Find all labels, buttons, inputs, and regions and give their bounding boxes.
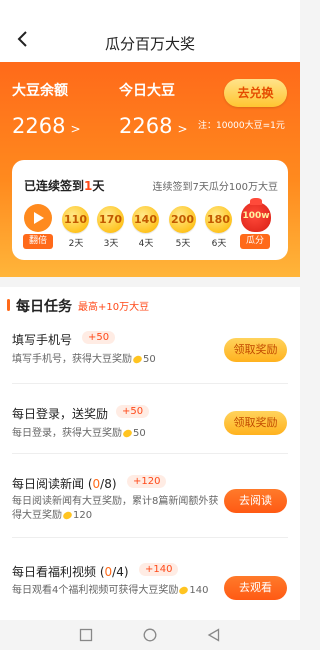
task-desc-text: 每日登录，获得大豆奖励 — [12, 428, 122, 439]
back-triangle-icon[interactable] — [207, 628, 221, 642]
watch-video-button[interactable]: 去观看 — [224, 576, 287, 600]
bean-icon — [61, 509, 74, 521]
bean-coin: 200 — [169, 206, 196, 233]
section-subtitle: 最高+10万大豆 — [78, 302, 150, 313]
task-name: 每日看福利视频 (0/4) — [12, 563, 129, 580]
bean-icon — [178, 584, 190, 596]
share-tag: 瓜分 — [240, 234, 270, 249]
checkin-day-7[interactable]: 100w 瓜分 — [240, 198, 272, 249]
task-name-text: 每日看福利视频 — [12, 565, 97, 579]
checkin-title-suffix: 天 — [92, 179, 105, 193]
task-desc-text: 填写手机号，获得大豆奖励 — [12, 354, 132, 365]
task-name-text: 每日阅读新闻 — [12, 477, 85, 491]
reward-badge: +50 — [116, 405, 150, 418]
task-desc-value: 50 — [133, 428, 146, 439]
task-name: 每日阅读新闻 (0/8) — [12, 475, 117, 492]
claim-reward-button[interactable]: 领取奖励 — [224, 338, 287, 362]
checkin-day-5[interactable]: 200 5天 — [169, 206, 197, 249]
task-desc: 每日观看4个福利视频可获得大豆奖励 140 — [12, 584, 222, 598]
bean-icon — [121, 427, 134, 439]
section-title: 每日任务 — [7, 296, 72, 316]
day-label: 4天 — [138, 239, 154, 249]
day-label: 5天 — [175, 239, 191, 249]
top-bar: 瓜分百万大奖 — [0, 0, 300, 62]
checkin-card: 已连续签到1天 连续签到7天瓜分100万大豆 翻倍 110 2天 170 3天 … — [12, 160, 288, 260]
balance-label: 大豆余额 — [12, 83, 68, 99]
day-label: 6天 — [211, 239, 227, 249]
task-desc-value: 120 — [73, 510, 93, 521]
divider — [12, 383, 288, 384]
today-number: 2268 — [119, 114, 173, 138]
checkin-day-1[interactable]: 翻倍 — [23, 204, 53, 249]
bean-icon — [131, 353, 144, 365]
checkin-tip: 连续签到7天瓜分100万大豆 — [152, 182, 278, 193]
reward-badge: +120 — [127, 475, 167, 488]
checkin-title-prefix: 已连续签到 — [24, 179, 85, 193]
play-icon — [34, 212, 44, 224]
task-name: 每日登录，送奖励 — [12, 407, 109, 421]
double-tag: 翻倍 — [23, 234, 53, 249]
read-news-button[interactable]: 去阅读 — [224, 489, 287, 513]
today-value[interactable]: 2268 > — [119, 114, 188, 138]
day-label: 3天 — [103, 239, 119, 249]
divider — [12, 453, 288, 454]
home-circle-icon[interactable] — [143, 628, 157, 642]
bean-coin: 180 — [205, 206, 232, 233]
recents-square-icon[interactable] — [79, 628, 93, 642]
progress-total: /8) — [100, 477, 117, 491]
divider — [12, 537, 288, 538]
red-bag-icon: 100w — [241, 198, 271, 232]
reward-badge: +50 — [82, 331, 116, 344]
exchange-button[interactable]: 去兑换 — [224, 79, 287, 107]
checkin-day-4[interactable]: 140 4天 — [132, 206, 160, 249]
chevron-right-icon: > — [177, 122, 188, 136]
task-desc: 每日登录，获得大豆奖励 50 — [12, 427, 222, 441]
checkin-title: 已连续签到1天 — [24, 177, 104, 194]
balance-value[interactable]: 2268 > — [12, 114, 81, 138]
today-label: 今日大豆 — [119, 83, 175, 99]
system-nav-bar — [0, 620, 300, 650]
task-name: 填写手机号 — [12, 333, 73, 347]
chevron-right-icon: > — [70, 122, 81, 136]
bean-coin: 110 — [62, 206, 89, 233]
task-desc-value: 140 — [189, 585, 209, 596]
play-coin — [24, 204, 52, 232]
task-desc: 填写手机号，获得大豆奖励 50 — [12, 353, 222, 367]
checkin-day-6[interactable]: 180 6天 — [205, 206, 233, 249]
progress-total: /4) — [112, 565, 129, 579]
balance-number: 2268 — [12, 114, 66, 138]
daily-tasks-section: 每日任务 最高+10万大豆 填写手机号 +50 填写手机号，获得大豆奖励 50 领… — [0, 287, 300, 620]
checkin-day-3[interactable]: 170 3天 — [97, 206, 125, 249]
bean-coin: 140 — [132, 206, 159, 233]
reward-badge: +140 — [139, 563, 179, 576]
day-label: 2天 — [68, 239, 84, 249]
bean-coin: 170 — [97, 206, 124, 233]
bag-amount: 100w — [242, 211, 270, 221]
task-desc-value: 50 — [143, 354, 156, 365]
task-desc: 每日阅读新闻有大豆奖励，累计8篇新闻额外获得大豆奖励 120 — [12, 495, 222, 523]
page-title: 瓜分百万大奖 — [104, 35, 195, 53]
claim-reward-button[interactable]: 领取奖励 — [224, 411, 287, 435]
rate-note: 注：10000大豆=1元 — [198, 121, 285, 131]
checkin-day-2[interactable]: 110 2天 — [62, 206, 90, 249]
task-desc-text: 每日阅读新闻有大豆奖励，累计8篇新闻额外获得大豆奖励 — [12, 496, 219, 521]
task-desc-text: 每日观看4个福利视频可获得大豆奖励 — [12, 585, 179, 596]
